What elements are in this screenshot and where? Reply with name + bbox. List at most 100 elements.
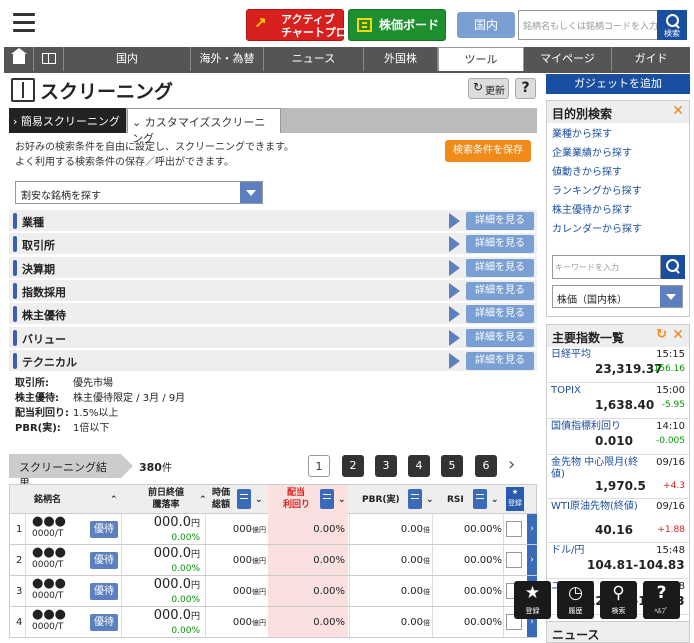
chevron-right-icon[interactable]: › xyxy=(527,514,537,544)
active-chart-button[interactable]: ↗ アクティブ チャートプロ xyxy=(246,9,347,41)
link-ranking[interactable]: ランキングから探す xyxy=(547,182,689,201)
criteria-detail-button[interactable]: 詳細を見る xyxy=(466,328,534,347)
nav-kokunai[interactable]: 国内 xyxy=(64,47,191,71)
criteria-detail-button[interactable]: 詳細を見る xyxy=(466,281,534,300)
index-item[interactable]: 日経平均 15:15 23,319.37 -156.16 xyxy=(547,347,689,383)
sort-div-yield-chevron[interactable]: ⌄ xyxy=(338,494,346,506)
register-checkbox[interactable] xyxy=(506,521,522,537)
stock-name[interactable]: ●●● 0000/T xyxy=(32,577,66,602)
index-name[interactable]: ドル/円 xyxy=(551,545,643,557)
play-icon[interactable] xyxy=(449,329,460,346)
th-pbr[interactable]: PBR(実) xyxy=(362,494,400,506)
chevron-right-icon[interactable]: › xyxy=(527,545,537,575)
save-conditions-button[interactable]: 検索条件を保存 xyxy=(445,140,531,162)
benefit-badge[interactable]: 優待 xyxy=(90,583,118,600)
keyword-category-select[interactable]: 株価（国内株） xyxy=(552,285,683,308)
stock-name[interactable]: ●●● 0000/T xyxy=(32,608,66,633)
play-icon[interactable] xyxy=(449,282,460,299)
preset-select[interactable]: 割安な銘柄を探す xyxy=(15,181,263,204)
nav-news[interactable]: ニュース xyxy=(264,47,364,71)
page-1[interactable]: 1 xyxy=(308,455,330,477)
float-history-button[interactable]: ◷ 履歴 xyxy=(557,581,594,619)
play-icon[interactable] xyxy=(449,236,460,253)
search-button[interactable]: 検索 xyxy=(657,10,687,40)
criteria-detail-button[interactable]: 詳細を見る xyxy=(466,351,534,370)
stock-board-button[interactable]: 株価ボード xyxy=(348,9,446,41)
th-market-cap[interactable]: 時価 総額 xyxy=(210,487,232,511)
benefit-badge[interactable]: 優待 xyxy=(90,614,118,631)
keyword-search-button[interactable] xyxy=(661,255,685,279)
play-icon[interactable] xyxy=(449,352,460,369)
nav-book[interactable] xyxy=(34,47,64,71)
sort-name-icon[interactable]: ⌃ xyxy=(110,494,118,506)
stock-name[interactable]: ●●● 0000/T xyxy=(32,546,66,571)
criteria-detail-button[interactable]: 詳細を見る xyxy=(466,305,534,324)
page-4[interactable]: 4 xyxy=(408,455,430,477)
refresh-icon[interactable]: ↻ xyxy=(656,327,667,342)
close-icon[interactable]: ✕ xyxy=(672,103,684,119)
market-select-button[interactable]: 国内 xyxy=(457,12,515,38)
index-name[interactable]: WTI原油先物(終値) xyxy=(551,501,643,513)
nav-tools[interactable]: ツール xyxy=(438,47,524,71)
page-5[interactable]: 5 xyxy=(441,455,463,477)
criteria-detail-button[interactable]: 詳細を見る xyxy=(466,258,534,277)
link-industry[interactable]: 業種から探す xyxy=(547,125,689,144)
benefit-badge[interactable]: 優待 xyxy=(90,521,118,538)
menu-icon[interactable] xyxy=(13,13,35,33)
index-name[interactable]: 国債指標利回り xyxy=(551,421,643,433)
index-item[interactable]: TOPIX 15:00 1,638.40 -5.95 xyxy=(547,383,689,419)
page-3[interactable]: 3 xyxy=(375,455,397,477)
help-button[interactable]: ? xyxy=(515,78,536,99)
index-item[interactable]: 国債指標利回り 14:10 0.010 -0.005 xyxy=(547,419,689,455)
play-icon[interactable] xyxy=(449,306,460,323)
sort-rsi-icon[interactable] xyxy=(473,489,487,509)
sort-rsi-chevron[interactable]: ⌄ xyxy=(491,494,499,506)
float-help-button[interactable]: ? ﾍﾙﾌﾟ xyxy=(643,581,680,619)
criteria-detail-button[interactable]: 詳細を見る xyxy=(466,235,534,254)
benefit-badge[interactable]: 優待 xyxy=(90,552,118,569)
th-rsi[interactable]: RSI xyxy=(447,494,464,506)
link-calendar[interactable]: カレンダーから探す xyxy=(547,220,689,239)
keyword-input[interactable]: キーワードを入力 xyxy=(552,255,661,279)
link-earnings[interactable]: 企業業績から探す xyxy=(547,144,689,163)
stock-name[interactable]: ●●● 0000/T xyxy=(32,515,66,540)
sort-price-icon[interactable]: ⌃ xyxy=(199,494,207,506)
sort-market-cap-chevron[interactable]: ⌄ xyxy=(255,494,263,506)
nav-kaigai[interactable]: 海外・為替 xyxy=(191,47,264,71)
close-icon[interactable]: ✕ xyxy=(672,327,684,343)
update-button[interactable]: 更新 xyxy=(468,78,509,99)
sort-pbr-icon[interactable] xyxy=(408,489,422,509)
add-gadget-button[interactable]: ガジェットを追加 xyxy=(546,74,690,94)
nav-mypage[interactable]: マイページ xyxy=(524,47,612,71)
index-item[interactable]: WTI原油先物(終値) 09/16 40.16 +1.88 xyxy=(547,499,689,543)
float-register-button[interactable]: ★ 登録 xyxy=(514,581,551,619)
play-icon[interactable] xyxy=(449,213,460,229)
nav-foreign[interactable]: 外国株 xyxy=(364,47,438,71)
tab-custom[interactable]: ⌄ カスタマイズスクリーニング xyxy=(127,108,281,145)
link-benefits[interactable]: 株主優待から探す xyxy=(547,201,689,220)
index-name[interactable]: 日経平均 xyxy=(551,349,643,361)
sort-div-yield-icon[interactable] xyxy=(320,489,334,509)
play-icon[interactable] xyxy=(449,259,460,276)
tab-simple[interactable]: › 簡易スクリーニング xyxy=(9,108,126,133)
float-search-button[interactable]: ⚲ 検索 xyxy=(600,581,637,619)
nav-home[interactable] xyxy=(4,47,34,71)
th-name[interactable]: 銘柄名 xyxy=(34,494,61,506)
register-checkbox[interactable] xyxy=(506,552,522,568)
th-div-yield[interactable]: 配当 利回り xyxy=(283,487,310,511)
criteria-detail-button[interactable]: 詳細を見る xyxy=(466,212,534,230)
index-name[interactable]: TOPIX xyxy=(551,385,643,397)
index-item[interactable]: ドル/円 15:48 104.81-104.83 xyxy=(547,543,689,579)
th-prev-close[interactable]: 前日終値 騰落率 xyxy=(136,487,196,511)
sort-pbr-chevron[interactable]: ⌄ xyxy=(426,494,434,506)
nav-guide[interactable]: ガイド xyxy=(612,47,690,71)
index-item[interactable]: 金先物 中心限月(終値) 09/16 1,970.5 +4.3 xyxy=(547,455,689,499)
search-input[interactable]: 銘柄名もしくは銘柄コードを入力 xyxy=(518,10,658,40)
link-price-move[interactable]: 値動きから探す xyxy=(547,163,689,182)
register-all-button[interactable]: ★ 登録 xyxy=(506,487,524,511)
next-page-icon[interactable]: › xyxy=(508,455,515,475)
page-2[interactable]: 2 xyxy=(342,455,364,477)
index-name[interactable]: 金先物 中心限月(終値) xyxy=(551,457,643,481)
page-6[interactable]: 6 xyxy=(475,455,497,477)
sort-market-cap-icon[interactable] xyxy=(237,489,251,509)
